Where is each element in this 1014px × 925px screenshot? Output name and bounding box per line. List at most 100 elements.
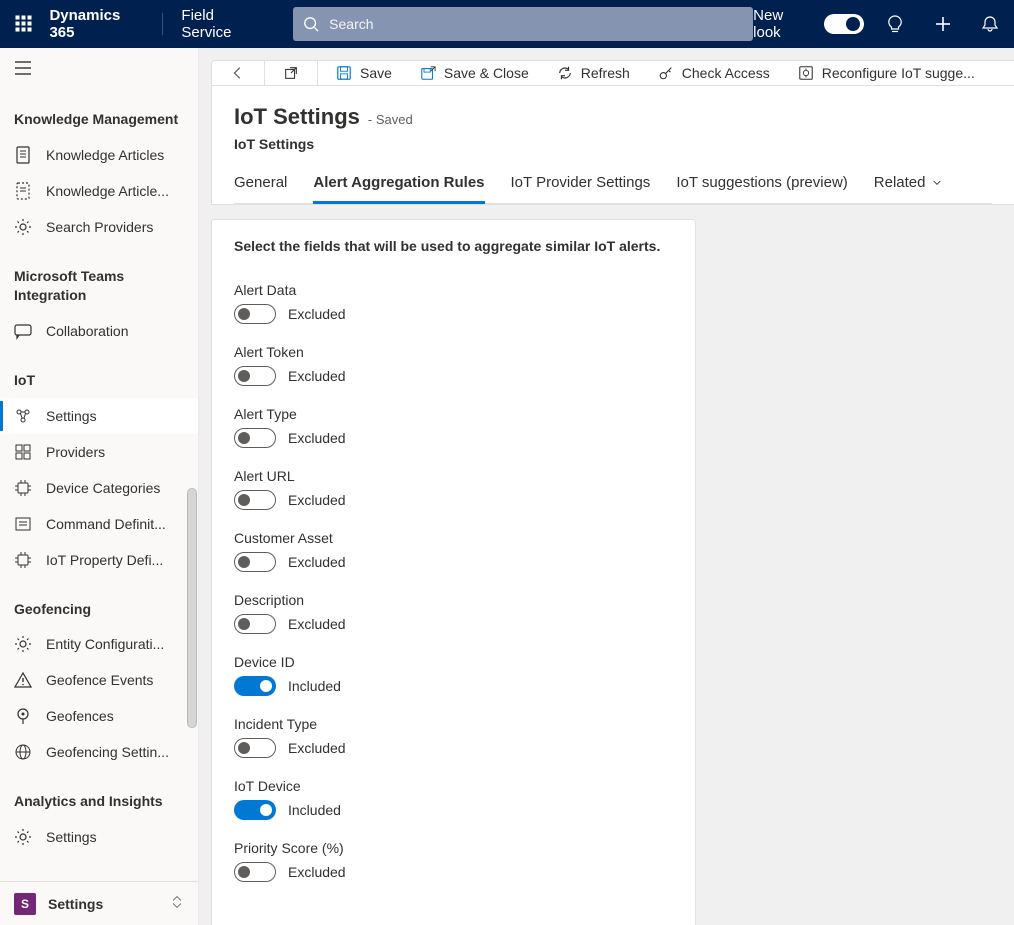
sidebar-item-collaboration[interactable]: Collaboration [0,313,198,349]
field-alert-token: Alert Token Excluded [234,344,673,386]
topbar: Dynamics 365 Field Service New look [0,0,1014,48]
field-toggle[interactable] [234,366,276,386]
save-icon [336,65,352,81]
tab-iot-suggestions-preview[interactable]: IoT suggestions (preview) [676,174,847,203]
sidebar-item-geofencing-settings[interactable]: Geofencing Settin... [0,734,198,770]
sitemap-switcher[interactable]: S Settings [0,881,198,925]
sidebar-item-label: Entity Configurati... [46,636,164,652]
field-toggle[interactable] [234,552,276,572]
search-input[interactable] [327,15,743,33]
save-button[interactable]: Save [324,61,404,85]
page-title: IoT Settings [234,104,360,130]
sidebar-item-label: Knowledge Article... [46,183,169,199]
tab-label: Related [874,174,926,191]
globe-gear-icon [14,743,32,761]
field-label: Alert Type [234,406,673,422]
sidebar-item-providers[interactable]: Providers [0,434,198,470]
field-state: Excluded [288,740,346,756]
sidebar-item-search-providers[interactable]: Search Providers [0,209,198,245]
field-state: Included [288,678,341,694]
reconfigure-icon [798,65,814,81]
field-label: Customer Asset [234,530,673,546]
command-bar: Save Save & Close Refresh Check Access R… [211,60,1014,86]
add-icon[interactable] [919,0,966,48]
sidebar-item-entity-configurations[interactable]: Entity Configurati... [0,626,198,662]
field-toggle[interactable] [234,614,276,634]
reconfigure-iot-button[interactable]: Reconfigure IoT sugge... [786,61,987,85]
sidebar-item-label: IoT Property Defi... [46,552,163,568]
refresh-icon [557,65,573,81]
global-search[interactable] [293,7,753,41]
sidebar-group-header: Analytics and Insights [0,770,198,819]
field-toggle[interactable] [234,304,276,324]
tab-related[interactable]: Related [874,174,944,203]
sidebar-group-header: Knowledge Management [0,88,198,137]
notifications-icon[interactable] [967,0,1014,48]
aggregation-rules-card: Select the fields that will be used to a… [211,219,696,925]
search-icon [303,16,319,32]
sidebar-group-header: Microsoft Teams Integration [0,245,198,313]
pin-icon [14,707,32,725]
gear-icon [14,635,32,653]
field-toggle[interactable] [234,800,276,820]
sidebar-item-knowledge-article-templates[interactable]: Knowledge Article... [0,173,198,209]
list-icon [14,515,32,533]
sidebar-item-settings[interactable]: Settings [0,398,198,434]
field-state: Excluded [288,430,346,446]
sidebar-item-command-definitions[interactable]: Command Definit... [0,506,198,542]
sidebar-item-geofences[interactable]: Geofences [0,698,198,734]
chevron-down-icon [931,177,943,189]
sidebar-item-device-categories[interactable]: Device Categories [0,470,198,506]
field-toggle[interactable] [234,862,276,882]
sidebar-item-label: Geofencing Settin... [46,744,169,760]
sidebar-toggle[interactable] [0,48,198,88]
sidebar-item-label: Knowledge Articles [46,147,164,163]
app-name[interactable]: Field Service [163,7,285,41]
field-alert-type: Alert Type Excluded [234,406,673,448]
sidebar-item-knowledge-articles[interactable]: Knowledge Articles [0,137,198,173]
field-state: Excluded [288,368,346,384]
refresh-button[interactable]: Refresh [545,61,642,85]
field-label: Priority Score (%) [234,840,673,856]
tabs: General Alert Aggregation Rules IoT Provid… [234,174,992,204]
tab-alert-aggregation-rules[interactable]: Alert Aggregation Rules [313,174,484,203]
tab-general[interactable]: General [234,174,287,203]
sidebar-item-label: Collaboration [46,323,129,339]
field-label: IoT Device [234,778,673,794]
lightbulb-icon[interactable] [872,0,919,48]
toggle-icon [824,14,864,34]
field-state: Excluded [288,616,346,632]
tab-iot-provider-settings[interactable]: IoT Provider Settings [511,174,651,203]
alert-icon [14,671,32,689]
gear-icon [14,828,32,846]
field-toggle[interactable] [234,428,276,448]
chip-icon [14,551,32,569]
open-in-new-button[interactable] [271,61,311,85]
field-device-id: Device ID Included [234,654,673,696]
sidebar-item-analytics-settings[interactable]: Settings [0,819,198,855]
sidebar-item-geofence-events[interactable]: Geofence Events [0,662,198,698]
new-look-toggle[interactable]: New look [753,7,871,41]
sidebar-group-header: IoT [0,349,198,398]
field-toggle[interactable] [234,490,276,510]
field-label: Alert Token [234,344,673,360]
field-alert-url: Alert URL Excluded [234,468,673,510]
field-toggle[interactable] [234,738,276,758]
back-button[interactable] [218,61,258,85]
field-priority-score: Priority Score (%) Excluded [234,840,673,882]
sidebar-scrollbar[interactable] [185,448,199,853]
field-state: Excluded [288,492,346,508]
field-toggle[interactable] [234,676,276,696]
doc-dashed-icon [14,182,32,200]
sidebar-item-label: Providers [46,444,105,460]
save-close-button[interactable]: Save & Close [408,61,541,85]
sidebar-item-iot-property-definitions[interactable]: IoT Property Defi... [0,542,198,578]
field-label: Alert URL [234,468,673,484]
check-access-button[interactable]: Check Access [646,61,782,85]
app-launcher-icon[interactable] [0,0,47,48]
brand-label[interactable]: Dynamics 365 [47,7,162,41]
iot-settings-icon [14,407,32,425]
field-customer-asset: Customer Asset Excluded [234,530,673,572]
main-area: Save Save & Close Refresh Check Access R… [199,48,1014,925]
sitemap-tile: S [14,893,36,915]
